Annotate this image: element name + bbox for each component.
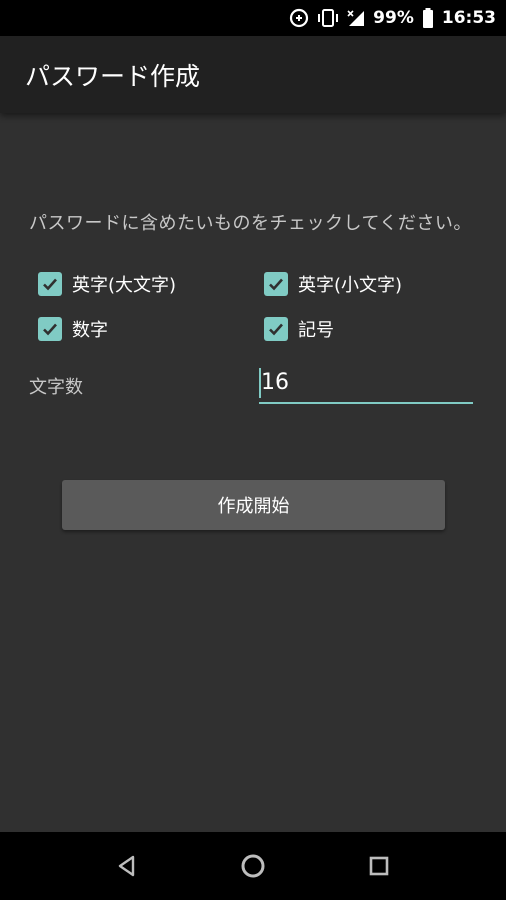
checkbox-checked-icon[interactable]	[264, 272, 288, 296]
text-cursor	[259, 368, 261, 398]
home-icon[interactable]	[233, 846, 273, 886]
checkbox-label: 英字(大文字)	[72, 275, 177, 296]
checkbox-digits[interactable]: 数字	[38, 316, 108, 342]
checkbox-label: 数字	[72, 320, 108, 341]
navigation-bar	[0, 832, 506, 900]
status-bar: 99% 16:53	[0, 0, 506, 36]
checkbox-checked-icon[interactable]	[38, 317, 62, 341]
battery-icon	[422, 8, 434, 28]
length-input[interactable]	[259, 366, 473, 404]
start-button[interactable]: 作成開始	[62, 480, 445, 530]
app-bar: パスワード作成	[0, 36, 506, 113]
status-time: 16:53	[441, 8, 496, 28]
back-icon[interactable]	[107, 846, 147, 886]
vibrate-icon	[317, 8, 339, 28]
battery-percent: 99%	[373, 8, 414, 28]
length-label: 文字数	[29, 377, 83, 398]
no-signal-icon	[347, 9, 365, 27]
recents-icon[interactable]	[359, 846, 399, 886]
data-saver-icon	[289, 8, 309, 28]
checkbox-checked-icon[interactable]	[264, 317, 288, 341]
checkbox-lowercase[interactable]: 英字(小文字)	[264, 271, 402, 297]
instruction-text: パスワードに含めたいものをチェックしてください。	[29, 213, 472, 234]
page-title: パスワード作成	[25, 61, 201, 91]
checkbox-label: 記号	[298, 320, 334, 341]
checkbox-label: 英字(小文字)	[298, 275, 403, 296]
checkbox-symbols[interactable]: 記号	[264, 316, 334, 342]
checkbox-checked-icon[interactable]	[38, 272, 62, 296]
checkbox-uppercase[interactable]: 英字(大文字)	[38, 271, 176, 297]
